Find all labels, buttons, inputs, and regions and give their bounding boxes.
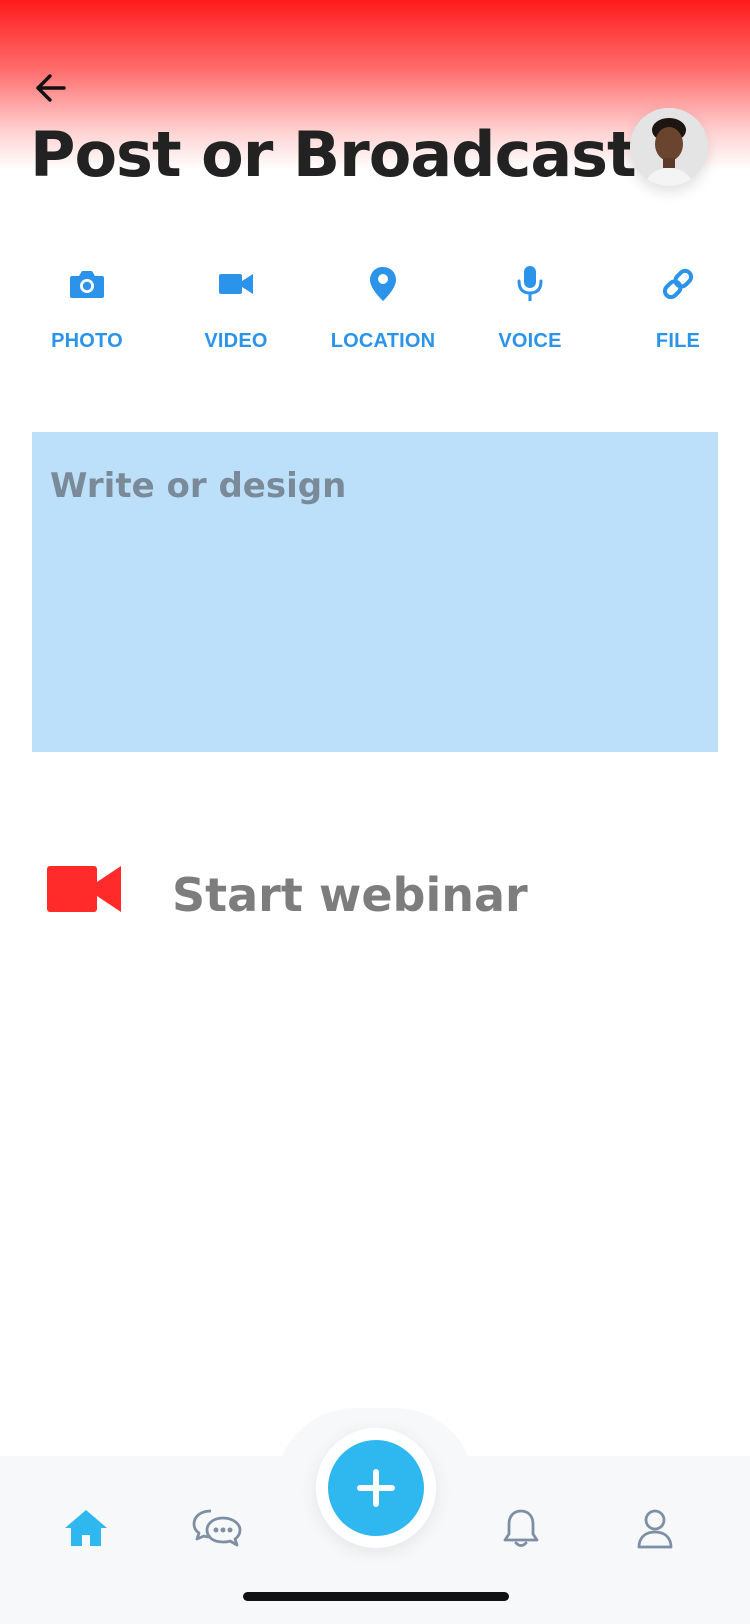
video-option[interactable]: VIDEO xyxy=(171,262,301,353)
video-camera-icon xyxy=(47,866,121,912)
location-label: LOCATION xyxy=(330,330,436,352)
bell-icon xyxy=(503,1509,539,1547)
microphone-icon xyxy=(517,266,543,301)
home-indicator xyxy=(243,1592,509,1601)
video-label: VIDEO xyxy=(204,330,268,352)
create-post-button[interactable] xyxy=(328,1440,424,1536)
editor-placeholder: Write or design xyxy=(50,466,347,506)
location-option[interactable]: LOCATION xyxy=(318,262,448,353)
nav-profile[interactable] xyxy=(625,1500,685,1556)
file-option[interactable]: FILE xyxy=(613,262,743,353)
attachment-options: PHOTO VIDEO LOCATION VOICE FILE xyxy=(0,262,750,362)
plus-icon xyxy=(357,1469,395,1507)
photo-label: PHOTO xyxy=(51,330,123,352)
photo-option[interactable]: PHOTO xyxy=(22,262,152,353)
video-camera-icon xyxy=(219,274,253,294)
post-editor[interactable]: Write or design xyxy=(32,432,718,752)
back-button[interactable] xyxy=(28,66,72,110)
user-icon xyxy=(637,1509,673,1549)
page-title: Post or Broadcast xyxy=(30,118,637,191)
link-icon xyxy=(662,268,694,300)
home-icon xyxy=(65,1510,107,1546)
start-webinar-label: Start webinar xyxy=(172,868,528,922)
voice-option[interactable]: VOICE xyxy=(465,262,595,353)
arrow-left-icon xyxy=(36,74,66,102)
user-avatar-icon xyxy=(630,108,708,186)
camera-icon xyxy=(70,271,104,298)
file-label: FILE xyxy=(655,330,701,352)
start-webinar-button[interactable]: Start webinar xyxy=(46,860,646,960)
chat-bubbles-icon xyxy=(192,1509,242,1547)
nav-home[interactable] xyxy=(56,1500,116,1556)
nav-notifications[interactable] xyxy=(491,1500,551,1556)
location-pin-icon xyxy=(370,267,396,301)
voice-label: VOICE xyxy=(498,330,562,352)
avatar[interactable] xyxy=(630,108,708,186)
nav-messages[interactable] xyxy=(187,1500,247,1556)
